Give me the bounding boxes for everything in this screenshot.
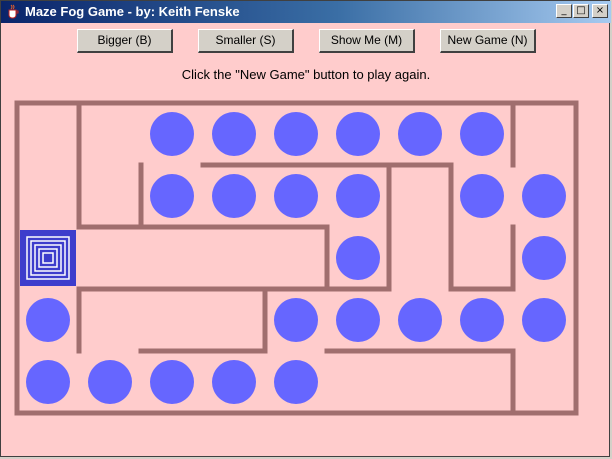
visited-dot [460,112,504,156]
visited-dot [26,360,70,404]
visited-dot [336,298,380,342]
maze-board[interactable] [1,1,611,458]
visited-dot [212,174,256,218]
visited-dot [460,174,504,218]
visited-dot [336,236,380,280]
visited-dot [150,112,194,156]
visited-dot [274,112,318,156]
visited-dot [336,112,380,156]
visited-dots [26,112,566,404]
visited-dot [398,112,442,156]
visited-dot [150,174,194,218]
visited-dot [274,298,318,342]
visited-dot [398,298,442,342]
game-window: Maze Fog Game - by: Keith Fenske _ □ × B… [0,0,611,458]
visited-dot [522,236,566,280]
visited-dot [212,360,256,404]
visited-dot [522,174,566,218]
visited-dot [274,174,318,218]
visited-dot [336,174,380,218]
visited-dot [150,360,194,404]
player-marker [20,230,76,286]
visited-dot [212,112,256,156]
visited-dot [522,298,566,342]
visited-dot [274,360,318,404]
visited-dot [88,360,132,404]
visited-dot [26,298,70,342]
player-frame [20,230,76,286]
visited-dot [460,298,504,342]
